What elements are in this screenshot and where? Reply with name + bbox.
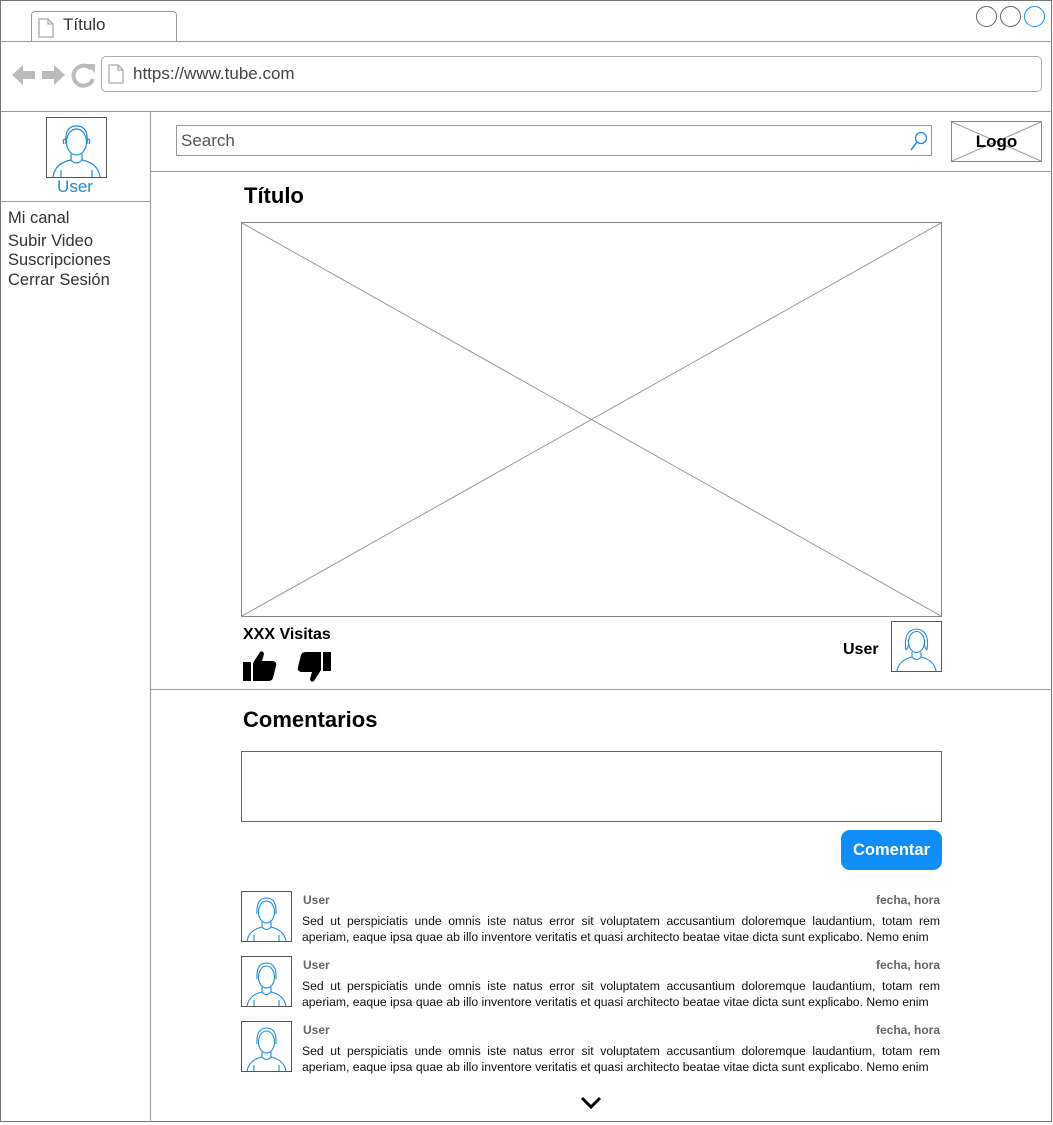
address-bar[interactable]: https://www.tube.com bbox=[101, 56, 1042, 92]
chevron-down-icon[interactable] bbox=[579, 1095, 603, 1111]
logo-label: Logo bbox=[975, 132, 1018, 151]
uploader-name[interactable]: User bbox=[843, 641, 879, 659]
sidebar-item-suscripciones[interactable]: Suscripciones bbox=[8, 251, 111, 271]
comment-text: Sed ut perspiciatis unde omnis iste natu… bbox=[302, 979, 940, 1009]
arrow-left-icon[interactable] bbox=[12, 65, 35, 85]
comment-author[interactable]: User bbox=[303, 958, 330, 972]
video-placeholder bbox=[242, 223, 941, 616]
comment-button[interactable]: Comentar bbox=[841, 830, 942, 870]
view-count: XXX Visitas bbox=[243, 626, 331, 643]
user-avatar-icon bbox=[246, 1027, 287, 1072]
video-title: Título bbox=[244, 183, 304, 208]
sidebar-username[interactable]: User bbox=[1, 177, 149, 197]
tab-title: Título bbox=[63, 15, 106, 34]
sidebar-divider bbox=[1, 201, 151, 202]
maximize-button[interactable] bbox=[1000, 6, 1021, 27]
comment-timestamp: fecha, hora bbox=[875, 958, 940, 972]
thumbs-up-icon[interactable] bbox=[243, 650, 277, 681]
search-icon[interactable] bbox=[909, 130, 929, 152]
video-player[interactable] bbox=[241, 222, 942, 617]
sidebar-item-cerrar-sesion[interactable]: Cerrar Sesión bbox=[8, 271, 111, 291]
comment-text: Sed ut perspiciatis unde omnis iste natu… bbox=[302, 914, 940, 944]
thumbs-down-icon[interactable] bbox=[297, 652, 331, 683]
sidebar-menu: Mi canal Subir Video Suscripciones Cerra… bbox=[8, 209, 111, 290]
comment-item: User fecha, hora Sed ut perspiciatis und… bbox=[241, 891, 942, 946]
sidebar: User Mi canal Subir Video Suscripciones … bbox=[1, 112, 151, 1122]
reload-icon[interactable] bbox=[71, 63, 95, 88]
search-input[interactable] bbox=[181, 130, 901, 152]
avatar[interactable] bbox=[241, 1021, 292, 1072]
section-divider bbox=[151, 689, 1052, 690]
comment-item: User fecha, hora Sed ut perspiciatis und… bbox=[241, 1021, 942, 1076]
comment-author[interactable]: User bbox=[303, 1023, 330, 1037]
user-avatar-icon bbox=[52, 125, 101, 178]
comment-author[interactable]: User bbox=[303, 893, 330, 907]
comment-item: User fecha, hora Sed ut perspiciatis und… bbox=[241, 956, 942, 1011]
navigation-icons bbox=[12, 63, 95, 88]
comment-text: Sed ut perspiciatis unde omnis iste natu… bbox=[302, 1044, 940, 1074]
user-avatar-icon bbox=[246, 897, 287, 942]
toolbar-divider bbox=[1, 111, 1052, 112]
user-avatar-icon bbox=[896, 628, 937, 672]
document-icon bbox=[38, 18, 54, 38]
browser-tab[interactable]: Título bbox=[31, 11, 177, 42]
minimize-button[interactable] bbox=[976, 6, 997, 27]
avatar[interactable] bbox=[46, 117, 107, 178]
arrow-right-icon[interactable] bbox=[42, 65, 65, 85]
comment-input[interactable] bbox=[241, 751, 942, 822]
sidebar-item-mi-canal[interactable]: Mi canal bbox=[8, 209, 111, 229]
avatar[interactable] bbox=[241, 891, 292, 942]
avatar[interactable] bbox=[241, 956, 292, 1007]
logo[interactable]: Logo bbox=[951, 121, 1042, 162]
page-icon bbox=[108, 64, 124, 84]
sidebar-item-subir-video[interactable]: Subir Video bbox=[8, 232, 111, 252]
close-button[interactable] bbox=[1024, 6, 1045, 27]
comments-title: Comentarios bbox=[243, 707, 378, 732]
comment-timestamp: fecha, hora bbox=[875, 1023, 940, 1037]
search-bar bbox=[176, 125, 932, 156]
comment-timestamp: fecha, hora bbox=[875, 893, 940, 907]
tab-bar-divider bbox=[1, 41, 1052, 42]
browser-window: Título https://www.tube.com User Mi cana… bbox=[0, 0, 1052, 1122]
user-avatar-icon bbox=[246, 962, 287, 1007]
header-divider bbox=[151, 171, 1052, 172]
avatar[interactable] bbox=[891, 621, 942, 672]
url-text: https://www.tube.com bbox=[133, 64, 295, 83]
